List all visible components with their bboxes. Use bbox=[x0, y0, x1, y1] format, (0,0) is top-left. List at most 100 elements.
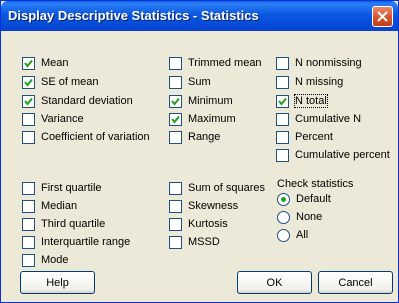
checkbox-mean[interactable]: Mean bbox=[22, 55, 69, 71]
radio-none[interactable]: None bbox=[277, 209, 322, 225]
checkbox-mssd[interactable]: MSSD bbox=[169, 234, 220, 250]
checkbox-percent[interactable]: Percent bbox=[276, 129, 333, 145]
checkbox-cumulative-percent[interactable]: Cumulative percent bbox=[276, 147, 390, 163]
check-statistics-label: Check statistics bbox=[277, 178, 354, 190]
checkbox-mode[interactable]: Mode bbox=[22, 252, 69, 268]
checkbox-label: Standard deviation bbox=[41, 95, 133, 107]
checkbox-box[interactable] bbox=[22, 130, 35, 144]
checkbox-label: Minimum bbox=[188, 95, 233, 107]
checkbox-box[interactable] bbox=[169, 235, 182, 249]
checkbox-n-total[interactable]: N total bbox=[276, 93, 328, 109]
radio-circle[interactable] bbox=[277, 192, 290, 206]
checkbox-interquartile-range[interactable]: Interquartile range bbox=[22, 234, 130, 250]
checkbox-label: N missing bbox=[295, 76, 344, 88]
checkbox-label: Cumulative percent bbox=[295, 149, 390, 161]
checkbox-box[interactable] bbox=[169, 181, 182, 195]
checkbox-box[interactable] bbox=[169, 112, 182, 126]
window-title: Display Descriptive Statistics - Statist… bbox=[8, 8, 259, 23]
checkbox-box[interactable] bbox=[22, 56, 35, 70]
checkbox-box[interactable] bbox=[22, 94, 35, 108]
checkbox-label: Range bbox=[188, 131, 221, 143]
checkbox-label: Interquartile range bbox=[41, 236, 131, 248]
checkbox-median[interactable]: Median bbox=[22, 198, 77, 214]
checkbox-range[interactable]: Range bbox=[169, 129, 220, 145]
checkbox-label: Sum bbox=[188, 76, 211, 88]
checkbox-n-missing[interactable]: N missing bbox=[276, 74, 343, 90]
dialog-body: Mean SE of mean Standard deviation Varia… bbox=[4, 31, 395, 301]
checkbox-label: SE of mean bbox=[41, 76, 99, 88]
checkbox-sum-of-squares[interactable]: Sum of squares bbox=[169, 180, 265, 196]
checkbox-box[interactable] bbox=[169, 94, 182, 108]
checkbox-box[interactable] bbox=[22, 235, 35, 249]
checkbox-third-quartile[interactable]: Third quartile bbox=[22, 216, 105, 232]
checkbox-coefficient-of-variation[interactable]: Coefficient of variation bbox=[22, 129, 150, 145]
checkbox-standard-deviation[interactable]: Standard deviation bbox=[22, 93, 133, 109]
checkbox-first-quartile[interactable]: First quartile bbox=[22, 180, 102, 196]
checkbox-box[interactable] bbox=[22, 181, 35, 195]
checkbox-label: N total bbox=[294, 94, 328, 108]
checkmark-icon bbox=[24, 97, 33, 106]
checkbox-box[interactable] bbox=[276, 148, 289, 162]
checkbox-n-nonmissing[interactable]: N nonmissing bbox=[276, 55, 362, 71]
checkbox-se-of-mean[interactable]: SE of mean bbox=[22, 74, 98, 90]
checkbox-box[interactable] bbox=[169, 56, 182, 70]
checkbox-minimum[interactable]: Minimum bbox=[169, 93, 233, 109]
checkbox-box[interactable] bbox=[22, 253, 35, 267]
checkbox-label: Percent bbox=[295, 131, 333, 143]
cancel-button[interactable]: Cancel bbox=[318, 271, 393, 294]
ok-button[interactable]: OK bbox=[237, 271, 312, 294]
checkbox-label: Coefficient of variation bbox=[41, 131, 150, 143]
checkbox-box[interactable] bbox=[169, 199, 182, 213]
checkbox-label: Kurtosis bbox=[188, 218, 228, 230]
checkbox-maximum[interactable]: Maximum bbox=[169, 111, 236, 127]
radio-label: Default bbox=[296, 193, 331, 205]
checkbox-label: First quartile bbox=[41, 182, 102, 194]
checkbox-label: Third quartile bbox=[41, 218, 106, 230]
checkbox-cumulative-n[interactable]: Cumulative N bbox=[276, 111, 361, 127]
radio-default[interactable]: Default bbox=[277, 191, 331, 207]
checkbox-box[interactable] bbox=[22, 112, 35, 126]
checkbox-label: Maximum bbox=[188, 113, 236, 125]
radio-circle[interactable] bbox=[277, 210, 290, 224]
checkbox-box[interactable] bbox=[169, 217, 182, 231]
radio-all[interactable]: All bbox=[277, 227, 308, 243]
checkbox-box[interactable] bbox=[22, 199, 35, 213]
checkbox-label: Skewness bbox=[188, 200, 239, 212]
close-button[interactable] bbox=[372, 6, 393, 27]
checkbox-label: Trimmed mean bbox=[188, 57, 262, 69]
checkbox-box[interactable] bbox=[276, 94, 289, 108]
checkbox-skewness[interactable]: Skewness bbox=[169, 198, 238, 214]
checkbox-box[interactable] bbox=[276, 112, 289, 126]
checkbox-label: Variance bbox=[41, 113, 84, 125]
checkbox-trimmed-mean[interactable]: Trimmed mean bbox=[169, 55, 262, 71]
radio-label: None bbox=[296, 211, 323, 223]
checkbox-label: Sum of squares bbox=[188, 182, 266, 194]
checkbox-label: Mean bbox=[41, 57, 69, 69]
checkbox-kurtosis[interactable]: Kurtosis bbox=[169, 216, 228, 232]
radio-circle[interactable] bbox=[277, 228, 290, 242]
close-icon bbox=[377, 11, 388, 22]
checkbox-label: Mode bbox=[41, 254, 69, 266]
dialog-window: Display Descriptive Statistics - Statist… bbox=[0, 0, 399, 303]
checkmark-icon bbox=[24, 78, 33, 87]
checkbox-box[interactable] bbox=[169, 75, 182, 89]
checkbox-box[interactable] bbox=[169, 130, 182, 144]
checkbox-label: N nonmissing bbox=[295, 57, 362, 69]
checkbox-box[interactable] bbox=[22, 217, 35, 231]
checkbox-box[interactable] bbox=[276, 56, 289, 70]
checkbox-variance[interactable]: Variance bbox=[22, 111, 84, 127]
checkbox-label: Cumulative N bbox=[295, 113, 362, 125]
checkmark-icon bbox=[171, 97, 180, 106]
checkbox-sum[interactable]: Sum bbox=[169, 74, 211, 90]
title-bar[interactable]: Display Descriptive Statistics - Statist… bbox=[1, 1, 398, 31]
help-button[interactable]: Help bbox=[20, 271, 95, 294]
checkbox-box[interactable] bbox=[276, 130, 289, 144]
radio-label: All bbox=[296, 229, 309, 241]
checkmark-icon bbox=[24, 59, 33, 68]
checkmark-icon bbox=[171, 115, 180, 124]
checkbox-box[interactable] bbox=[22, 75, 35, 89]
checkbox-label: MSSD bbox=[188, 236, 220, 248]
checkmark-icon bbox=[278, 97, 287, 106]
checkbox-box[interactable] bbox=[276, 75, 289, 89]
checkbox-label: Median bbox=[41, 200, 78, 212]
